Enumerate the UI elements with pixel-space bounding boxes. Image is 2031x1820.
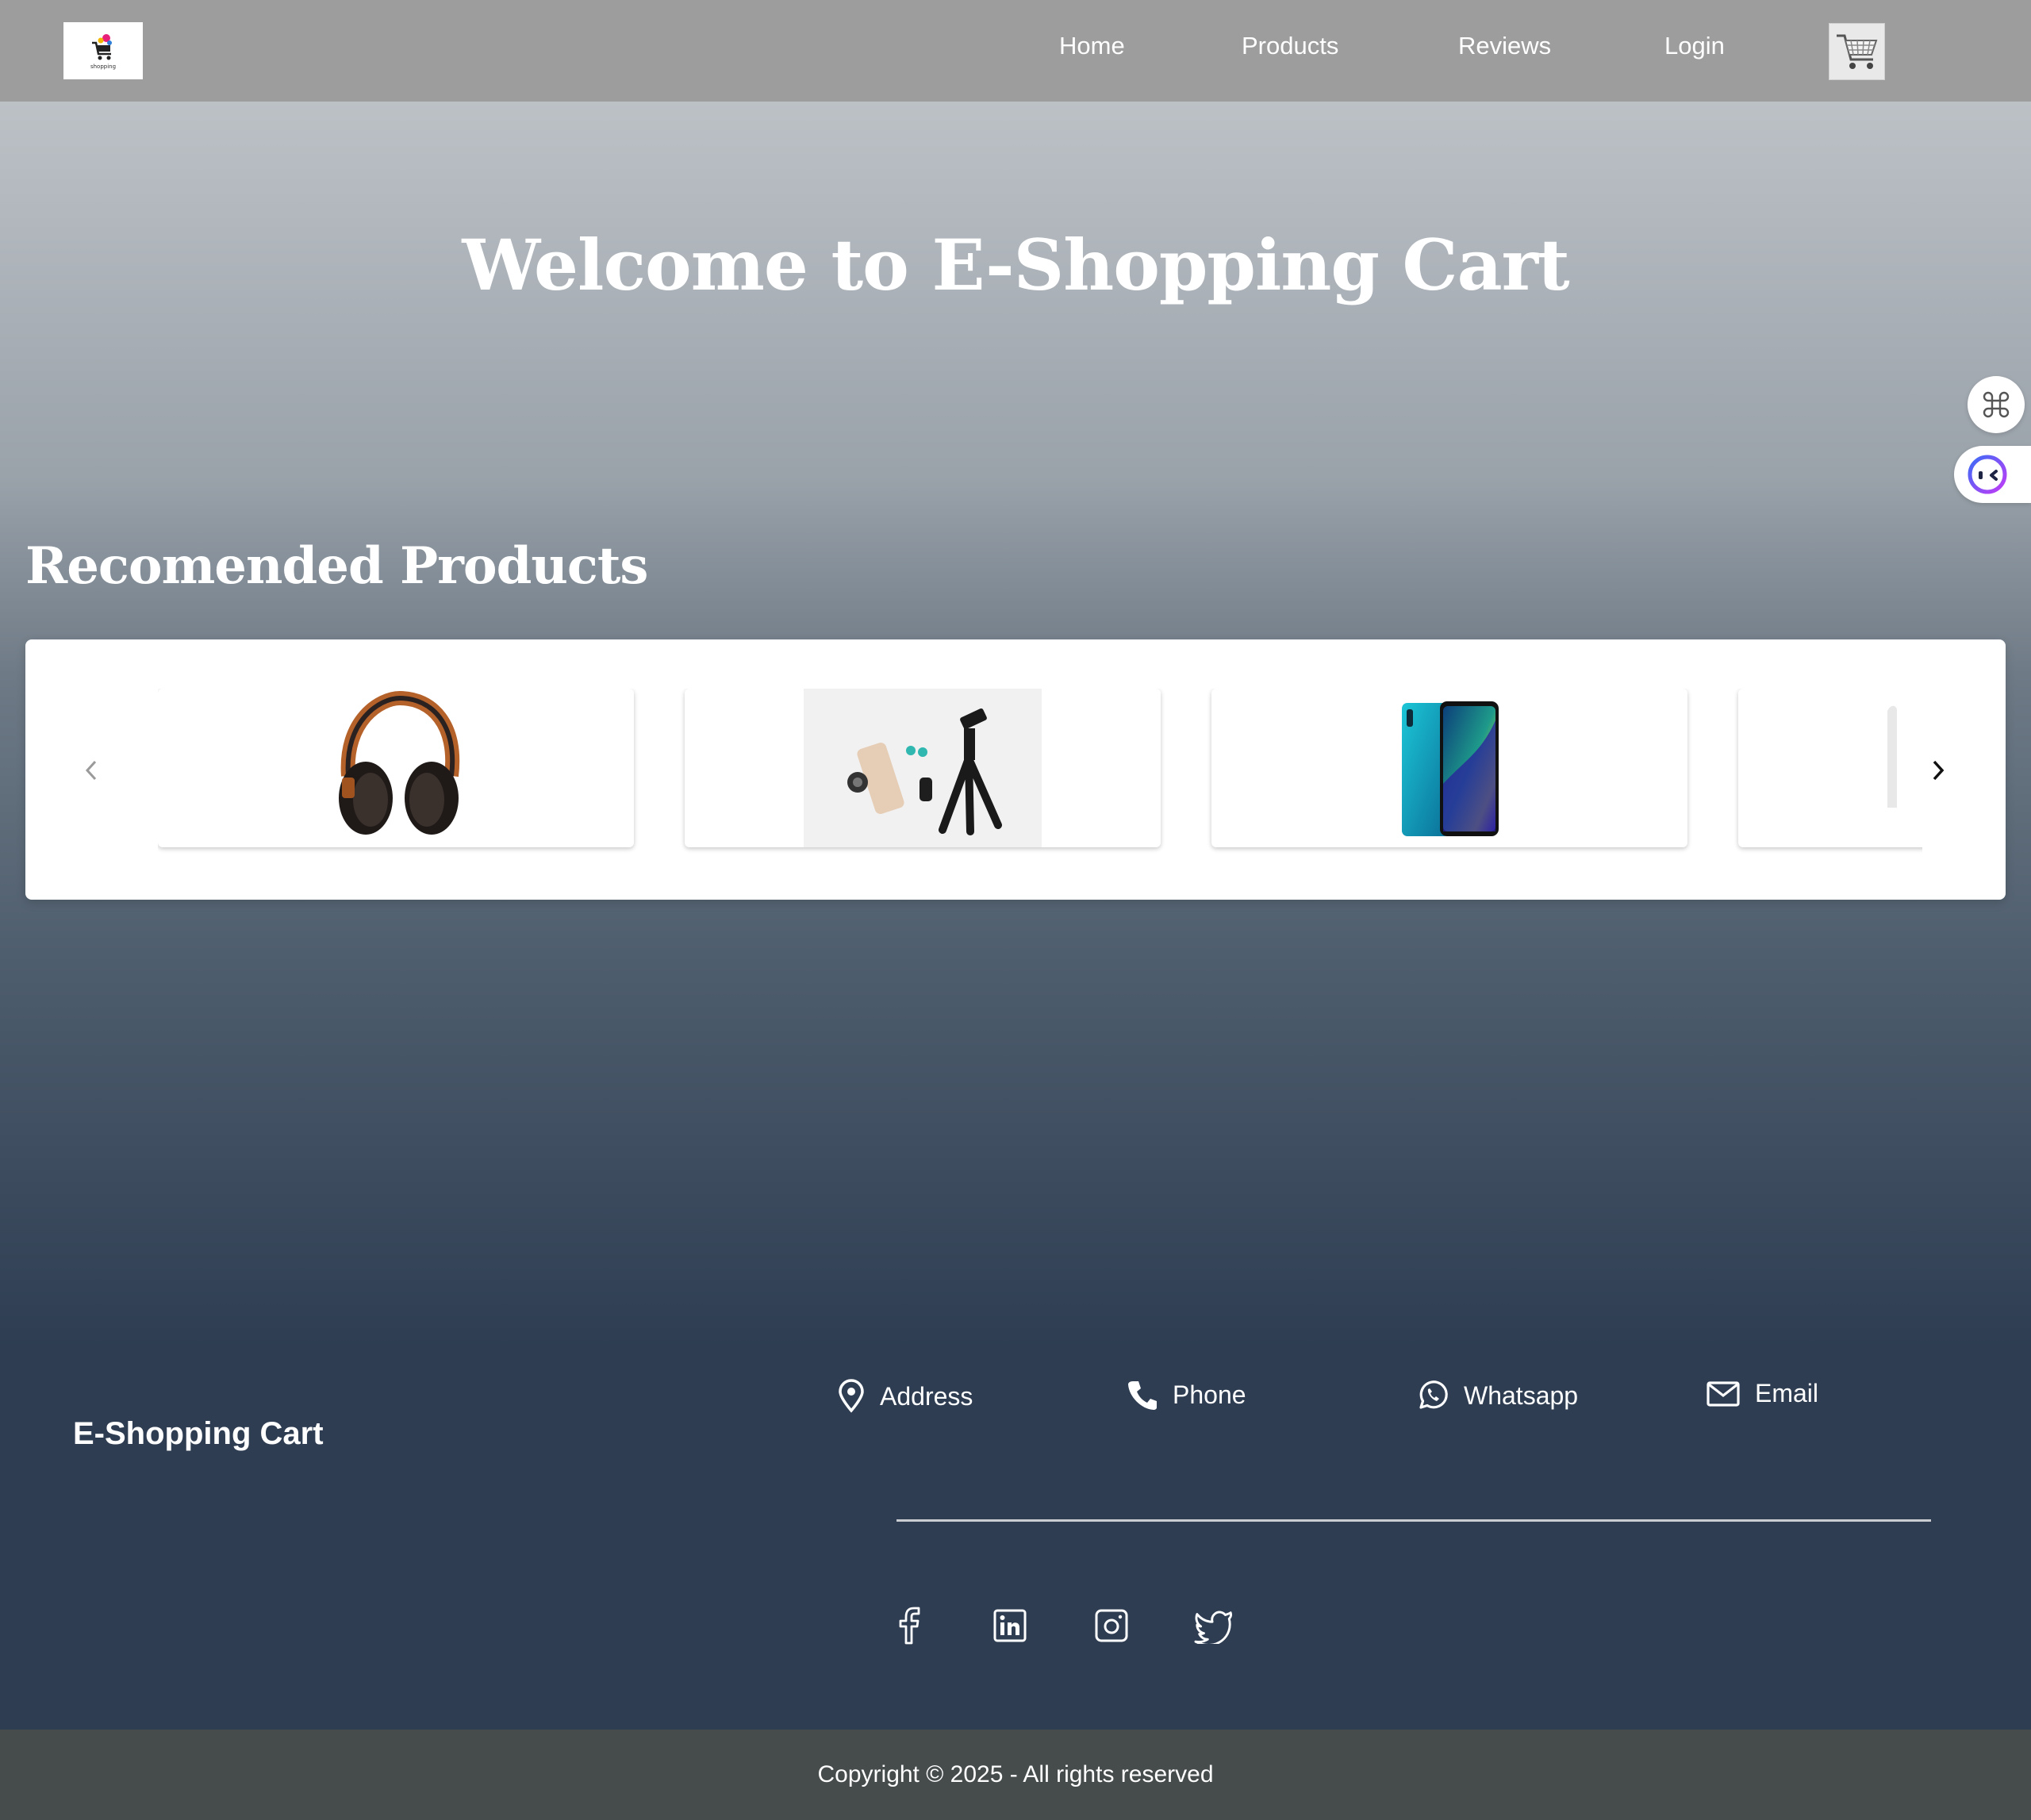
map-pin-icon	[839, 1379, 864, 1413]
nav-login[interactable]: Login	[1664, 32, 1725, 60]
footer-brand: E-Shopping Cart	[73, 1416, 324, 1451]
mail-icon	[1707, 1380, 1740, 1407]
linkedin-link[interactable]	[990, 1606, 1030, 1645]
product-image-partial	[1887, 705, 1897, 808]
twitter-link[interactable]	[1194, 1606, 1234, 1645]
navbar: shopping Home Products Reviews Login	[0, 0, 2031, 102]
cart-button[interactable]	[1829, 23, 1885, 80]
shopping-cart-icon	[1836, 34, 1877, 69]
logo-cart-icon	[92, 34, 112, 60]
nav-products[interactable]: Products	[1242, 32, 1338, 60]
carousel-next-button[interactable]	[1918, 751, 1958, 790]
product-card[interactable]	[1738, 689, 1922, 847]
assistant-face-icon	[1968, 455, 2007, 494]
contact-address[interactable]: Address	[837, 1379, 973, 1414]
product-carousel	[25, 639, 2006, 900]
product-card[interactable]	[158, 689, 634, 847]
facebook-link[interactable]	[890, 1606, 930, 1645]
twitter-icon	[1194, 1611, 1232, 1644]
logo-text: shopping	[90, 63, 117, 70]
whatsapp-icon	[1419, 1380, 1448, 1409]
phone-accessories-image	[804, 689, 1042, 847]
contact-email-label: Email	[1755, 1379, 1819, 1407]
recommended-title: Recomended Products	[25, 536, 648, 596]
contact-whatsapp[interactable]: Whatsapp	[1416, 1379, 1578, 1412]
smartphone-image	[1402, 701, 1499, 836]
contact-phone-label: Phone	[1173, 1380, 1246, 1409]
product-card[interactable]	[685, 689, 1161, 847]
headphones-image	[339, 690, 460, 835]
contact-address-label: Address	[880, 1381, 973, 1411]
contact-email[interactable]: Email	[1706, 1379, 1818, 1408]
chevron-left-icon	[85, 760, 97, 781]
carousel-prev-button[interactable]	[71, 751, 111, 790]
nav-reviews[interactable]: Reviews	[1458, 32, 1551, 60]
nav-home[interactable]: Home	[1059, 32, 1125, 60]
copyright-text: Copyright © 2025 - All rights reserved	[817, 1761, 1214, 1787]
contact-phone[interactable]: Phone	[1127, 1379, 1246, 1411]
command-icon	[1983, 391, 2010, 418]
hero-title: Welcome to E-Shopping Cart	[462, 224, 1569, 306]
facebook-icon	[899, 1607, 920, 1645]
linkedin-icon	[993, 1609, 1027, 1642]
carousel-track	[158, 689, 1922, 855]
contact-whatsapp-label: Whatsapp	[1464, 1380, 1579, 1410]
apps-widget-button[interactable]	[1968, 376, 2025, 433]
product-card[interactable]	[1211, 689, 1687, 847]
phone-icon	[1128, 1381, 1157, 1410]
chevron-right-icon	[1933, 760, 1945, 781]
footer-divider	[896, 1519, 1931, 1522]
site-logo[interactable]: shopping	[63, 22, 143, 79]
assistant-widget-button[interactable]	[1954, 446, 2031, 503]
instagram-icon	[1095, 1609, 1128, 1642]
instagram-link[interactable]	[1092, 1606, 1131, 1645]
copyright-bar: Copyright © 2025 - All rights reserved	[0, 1730, 2031, 1820]
